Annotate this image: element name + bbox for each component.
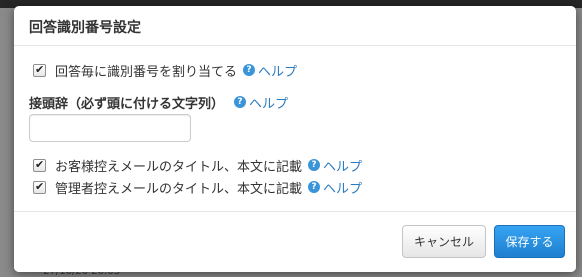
question-circle-icon: ? [234,96,247,108]
checkmark-icon: ✔ [35,179,45,193]
help-link-label: ヘルプ [258,64,298,80]
identifier-settings-dialog: 回答識別番号設定 ✔ 回答毎に識別番号を割り当てる ? ヘルプ 接頭辞（必ず頭に… [14,6,576,272]
assign-identifier-checkbox[interactable]: ✔ [33,62,46,77]
question-circle-icon: ? [243,64,256,76]
prefix-field-label-row: 接頭辞（必ず頭に付ける文字列） ? ヘルプ [29,93,288,112]
help-link-label: ヘルプ [323,181,363,197]
dialog-header: 回答識別番号設定 [14,6,576,46]
customer-mail-option: ✔ お客様控えメールのタイトル、本文に記載 ? ヘルプ [33,156,362,175]
help-link-label: ヘルプ [323,159,363,175]
help-link-label: ヘルプ [249,96,289,112]
assign-identifier-help-link[interactable]: ? ヘルプ [243,61,297,80]
prefix-input[interactable] [29,114,191,142]
admin-mail-label[interactable]: 管理者控えメールのタイトル、本文に記載 [55,178,302,197]
question-circle-icon: ? [308,159,321,171]
checkmark-icon: ✔ [35,62,45,76]
save-button[interactable]: 保存する [494,225,565,258]
assign-identifier-label[interactable]: 回答毎に識別番号を割り当てる [55,61,237,80]
cancel-button[interactable]: キャンセル [402,225,486,258]
dialog-title: 回答識別番号設定 [29,20,141,36]
customer-mail-checkbox[interactable]: ✔ [33,157,46,172]
prefix-help-link[interactable]: ? ヘルプ [234,93,288,112]
checkmark-icon: ✔ [35,157,45,171]
customer-mail-label[interactable]: お客様控えメールのタイトル、本文に記載 [55,156,302,175]
dialog-footer: キャンセル 保存する [14,211,576,272]
admin-mail-option: ✔ 管理者控えメールのタイトル、本文に記載 ? ヘルプ [33,178,362,197]
question-circle-icon: ? [308,181,321,193]
prefix-field-label: 接頭辞（必ず頭に付ける文字列） [29,96,225,112]
admin-mail-checkbox[interactable]: ✔ [33,179,46,194]
customer-mail-help-link[interactable]: ? ヘルプ [308,156,362,175]
assign-identifier-option: ✔ 回答毎に識別番号を割り当てる ? ヘルプ [33,61,297,80]
admin-mail-help-link[interactable]: ? ヘルプ [308,178,362,197]
